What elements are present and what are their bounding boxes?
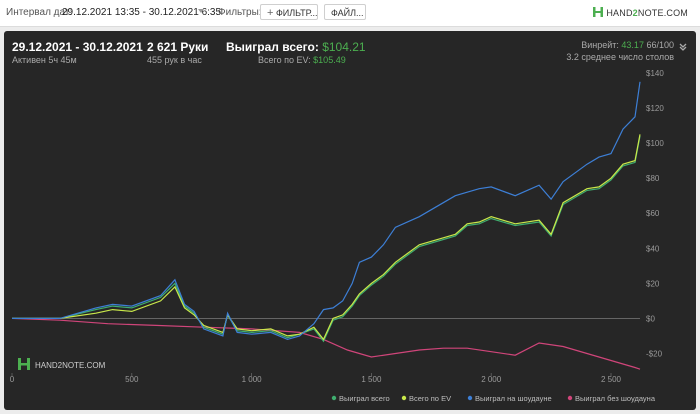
file-button[interactable]: ФАЙЛ... (324, 4, 366, 20)
filters-label: Фильтры: (218, 7, 262, 18)
plus-icon: + (267, 7, 274, 19)
y-tick-label: $0 (646, 314, 655, 323)
y-tick-label: $140 (646, 69, 664, 78)
filter-button[interactable]: + ФИЛЬТР... (260, 4, 318, 20)
y-tick-label: -$20 (646, 349, 663, 358)
watermark-text: HAND2NOTE.COM (35, 361, 106, 370)
x-tick-label: 500 (125, 375, 139, 384)
bankroll-chart: -$20 $0 $20 $40 $60 $80 $100 $120 $140 0 500 1 000 1… (10, 69, 665, 403)
legend-marker (467, 395, 473, 401)
brand-prefix: HAND (606, 8, 633, 18)
series-line (11, 317, 641, 370)
y-tick-label: $100 (646, 139, 664, 148)
legend-label: Выиграл всего (339, 394, 390, 403)
legend-label: Выиграл без шоудауна (575, 394, 656, 403)
x-tick-label: 1 500 (361, 375, 382, 384)
brand-logo: HAND2NOTE.COM (592, 6, 688, 18)
file-button-label: ФАЙЛ... (331, 8, 364, 18)
y-tick-label: $120 (646, 104, 664, 113)
y-tick-label: $80 (646, 174, 660, 183)
chart-watermark: HAND2NOTE.COM (18, 358, 106, 370)
x-tick-label: 1 000 (242, 375, 263, 384)
graph-panel: 29.12.2021 - 30.12.2021 Активен 5ч 45м 2… (4, 31, 696, 410)
filter-button-label: ФИЛЬТР... (275, 8, 318, 18)
brand-suffix: NOTE.COM (637, 8, 688, 18)
top-toolbar: Интервал дат: 29.12.2021 13:35 - 30.12.2… (0, 0, 700, 27)
legend-label: Всего по EV (409, 394, 451, 403)
legend-label: Выиграл на шоудауне (475, 394, 552, 403)
legend-marker (567, 395, 573, 401)
y-tick-label: $20 (646, 279, 660, 288)
x-tick-label: 2 500 (601, 375, 622, 384)
legend-marker (331, 395, 337, 401)
series-line (12, 81, 641, 341)
legend-marker (401, 395, 407, 401)
hand2note-logo-icon (592, 7, 603, 17)
x-tick-label: 0 (10, 375, 15, 384)
chart-legend: Выиграл всего Всего по EV Выиграл на шоуда… (331, 394, 656, 403)
x-tick-label: 2 000 (481, 375, 502, 384)
y-tick-label: $40 (646, 244, 660, 253)
y-tick-label: $60 (646, 209, 660, 218)
chart-series (11, 81, 641, 370)
chevron-down-icon[interactable] (198, 9, 204, 13)
chart-axes: -$20 $0 $20 $40 $60 $80 $100 $120 $140 0 500 1 000 1… (10, 69, 665, 384)
watermark-logo-icon (18, 358, 30, 370)
